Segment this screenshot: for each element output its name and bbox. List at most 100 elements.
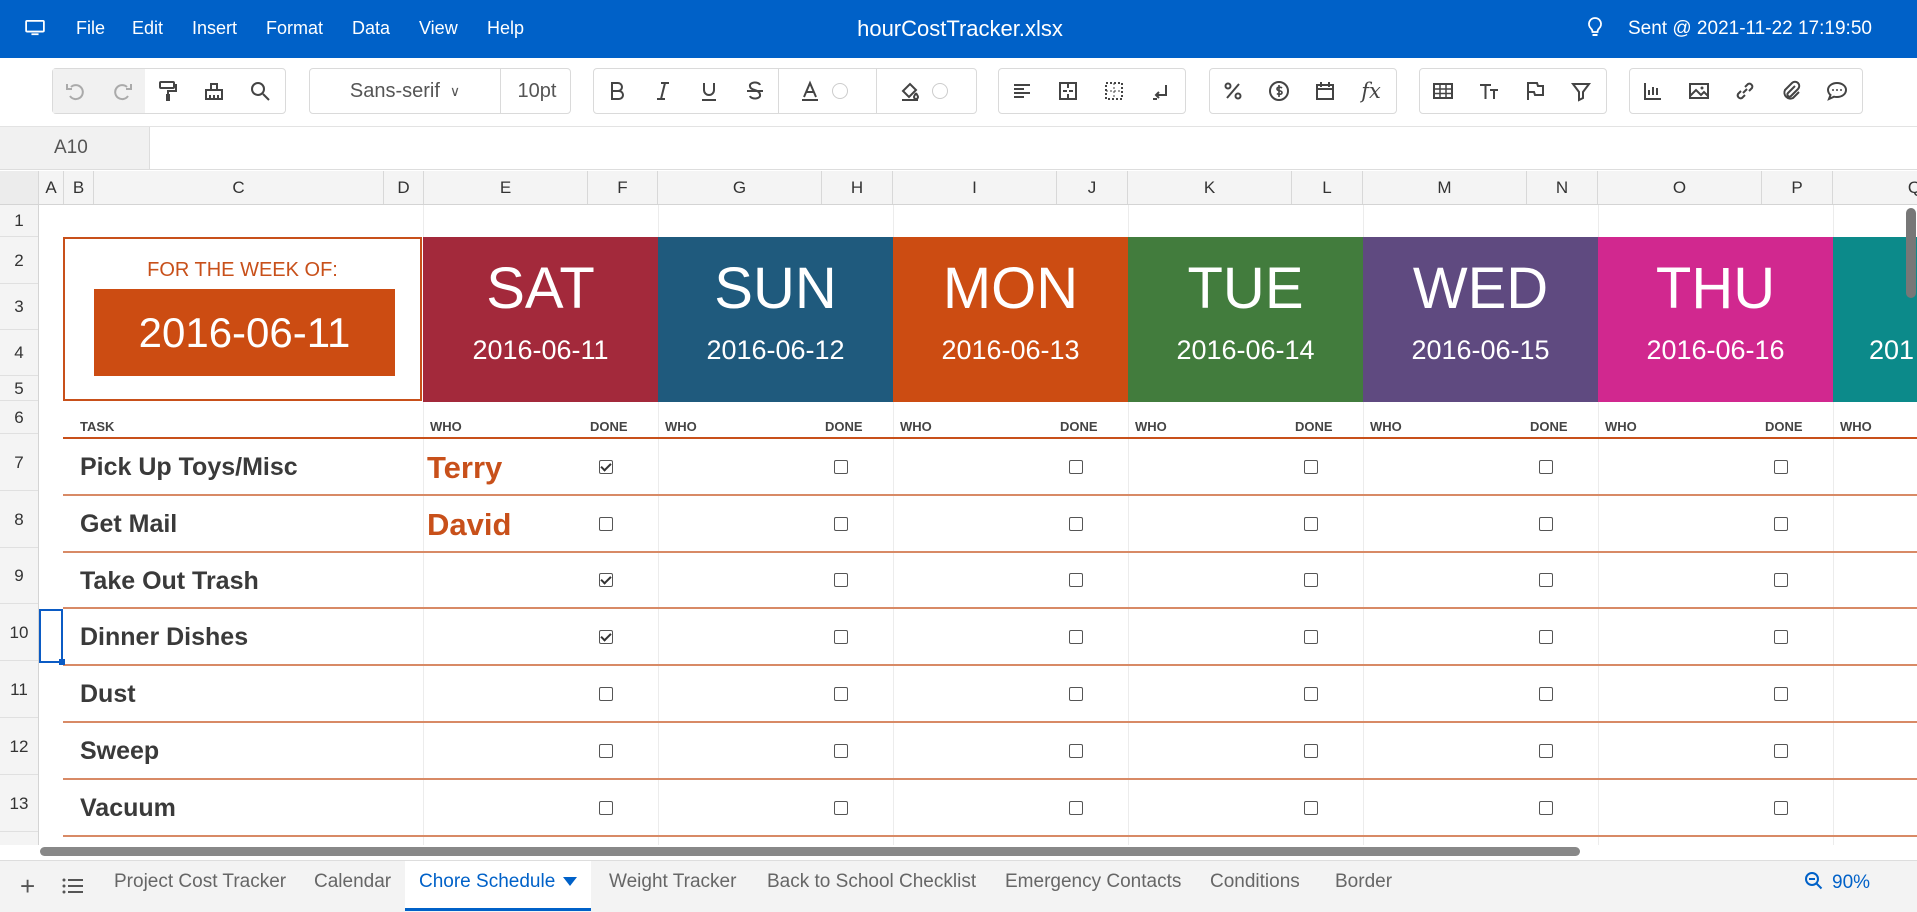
- week-of-box[interactable]: FOR THE WEEK OF: 2016-06-11: [63, 237, 422, 401]
- row-header[interactable]: 4: [0, 330, 38, 376]
- name-box[interactable]: A10: [0, 127, 150, 169]
- done-checkbox[interactable]: [599, 630, 613, 644]
- done-checkbox[interactable]: [1774, 630, 1788, 644]
- day-header-mon[interactable]: MON 2016-06-13: [893, 237, 1128, 402]
- vertical-scrollbar[interactable]: [1906, 205, 1917, 305]
- day-header-fri[interactable]: 201: [1833, 237, 1917, 402]
- vertical-scroll-thumb[interactable]: [1906, 208, 1916, 298]
- column-header[interactable]: P: [1762, 171, 1833, 204]
- image-button[interactable]: [1676, 69, 1722, 113]
- done-checkbox[interactable]: [834, 687, 848, 701]
- task-name[interactable]: Pick Up Toys/Misc: [80, 453, 298, 482]
- menu-file[interactable]: File: [76, 18, 105, 39]
- column-header[interactable]: K: [1128, 171, 1292, 204]
- add-sheet-icon[interactable]: +: [20, 871, 35, 902]
- sheet-tab[interactable]: Back to School Checklist: [767, 861, 976, 911]
- row-header[interactable]: 12: [0, 718, 38, 775]
- fill-color-button[interactable]: [884, 69, 974, 113]
- done-checkbox[interactable]: [834, 460, 848, 474]
- row-header[interactable]: 11: [0, 661, 38, 718]
- task-name[interactable]: Dust: [80, 680, 136, 709]
- column-header[interactable]: O: [1598, 171, 1762, 204]
- row-header[interactable]: 3: [0, 284, 38, 330]
- done-checkbox[interactable]: [1304, 517, 1318, 531]
- row-header[interactable]: 2: [0, 237, 38, 284]
- merge-cells-button[interactable]: [1045, 69, 1091, 113]
- clear-format-button[interactable]: [191, 69, 237, 113]
- borders-button[interactable]: [1091, 69, 1137, 113]
- strikethrough-button[interactable]: [732, 69, 778, 113]
- done-checkbox[interactable]: [1539, 687, 1553, 701]
- conditional-format-button[interactable]: [1512, 69, 1558, 113]
- day-header-sat[interactable]: SAT 2016-06-11: [423, 237, 658, 402]
- date-button[interactable]: [1302, 69, 1348, 113]
- column-header[interactable]: L: [1292, 171, 1363, 204]
- column-header[interactable]: D: [384, 171, 424, 204]
- select-all-corner[interactable]: [0, 171, 39, 204]
- column-header[interactable]: Q: [1833, 171, 1917, 204]
- attachment-button[interactable]: [1768, 69, 1814, 113]
- done-checkbox[interactable]: [599, 801, 613, 815]
- done-checkbox[interactable]: [1774, 801, 1788, 815]
- task-name[interactable]: Get Mail: [80, 510, 177, 539]
- menu-help[interactable]: Help: [487, 18, 524, 39]
- done-checkbox[interactable]: [1774, 517, 1788, 531]
- undo-button[interactable]: [53, 69, 99, 113]
- done-checkbox[interactable]: [834, 573, 848, 587]
- horizontal-scroll-thumb[interactable]: [40, 847, 1580, 856]
- column-header[interactable]: I: [893, 171, 1057, 204]
- column-header[interactable]: H: [822, 171, 893, 204]
- underline-button[interactable]: [686, 69, 732, 113]
- done-checkbox[interactable]: [599, 687, 613, 701]
- italic-button[interactable]: [640, 69, 686, 113]
- done-checkbox[interactable]: [1774, 460, 1788, 474]
- wrap-text-button[interactable]: [1137, 69, 1183, 113]
- done-checkbox[interactable]: [834, 517, 848, 531]
- currency-button[interactable]: [1256, 69, 1302, 113]
- row-header[interactable]: 10: [0, 604, 38, 661]
- column-header[interactable]: N: [1527, 171, 1598, 204]
- function-button[interactable]: fx: [1348, 69, 1394, 113]
- row-header[interactable]: 13: [0, 775, 38, 832]
- sheet-list-icon[interactable]: [62, 877, 84, 895]
- font-color-button[interactable]: [784, 69, 874, 113]
- percent-button[interactable]: [1210, 69, 1256, 113]
- done-checkbox[interactable]: [1304, 744, 1318, 758]
- done-checkbox[interactable]: [1304, 460, 1318, 474]
- align-left-button[interactable]: [999, 69, 1045, 113]
- column-header[interactable]: F: [588, 171, 658, 204]
- done-checkbox[interactable]: [1539, 630, 1553, 644]
- done-checkbox[interactable]: [599, 517, 613, 531]
- sheet-tab[interactable]: Calendar: [314, 861, 391, 911]
- column-header[interactable]: M: [1363, 171, 1527, 204]
- menu-insert[interactable]: Insert: [192, 18, 237, 39]
- horizontal-scrollbar[interactable]: [38, 845, 1917, 859]
- row-header[interactable]: 1: [0, 205, 38, 237]
- done-checkbox[interactable]: [1539, 573, 1553, 587]
- text-size-button[interactable]: [1466, 69, 1512, 113]
- done-checkbox[interactable]: [834, 630, 848, 644]
- sheet-tab[interactable]: Emergency Contacts: [1005, 861, 1181, 911]
- font-size-select[interactable]: 10pt: [502, 69, 572, 113]
- done-checkbox[interactable]: [599, 573, 613, 587]
- table-button[interactable]: [1420, 69, 1466, 113]
- row-header[interactable]: 9: [0, 548, 38, 604]
- link-button[interactable]: [1722, 69, 1768, 113]
- done-checkbox[interactable]: [1069, 744, 1083, 758]
- menu-format[interactable]: Format: [266, 18, 323, 39]
- row-header[interactable]: 7: [0, 434, 38, 491]
- row-header[interactable]: 6: [0, 401, 38, 434]
- task-name[interactable]: Sweep: [80, 737, 159, 766]
- done-checkbox[interactable]: [1069, 460, 1083, 474]
- done-checkbox[interactable]: [834, 801, 848, 815]
- menu-edit[interactable]: Edit: [132, 18, 163, 39]
- done-checkbox[interactable]: [1069, 687, 1083, 701]
- done-checkbox[interactable]: [1304, 687, 1318, 701]
- caret-down-icon[interactable]: [563, 877, 578, 887]
- done-checkbox[interactable]: [1304, 801, 1318, 815]
- menu-data[interactable]: Data: [352, 18, 390, 39]
- row-header[interactable]: 5: [0, 376, 38, 401]
- done-checkbox[interactable]: [1539, 801, 1553, 815]
- paint-format-button[interactable]: [145, 69, 191, 113]
- lightbulb-icon[interactable]: [1586, 16, 1604, 40]
